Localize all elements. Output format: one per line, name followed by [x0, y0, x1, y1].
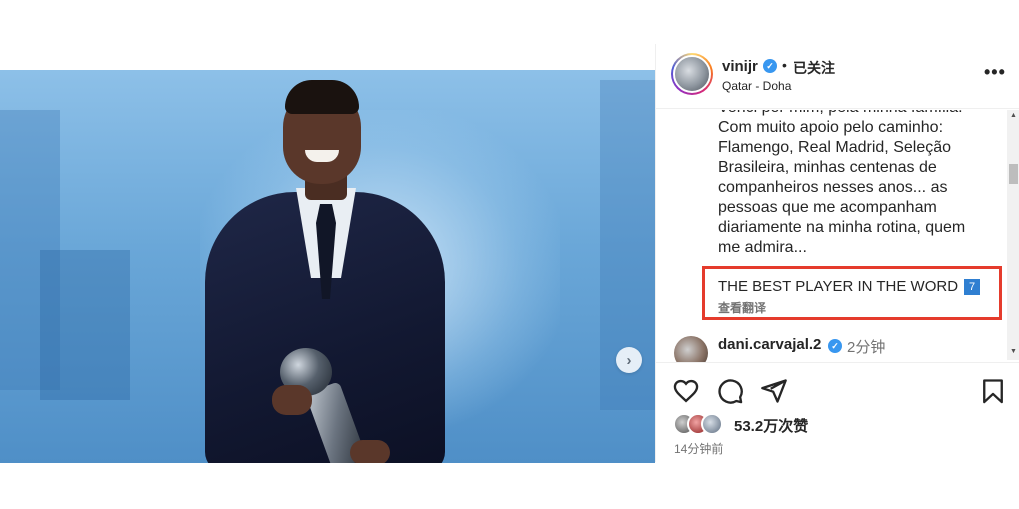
- post-sidebar: vinijr ✓ • 已关注 Qatar - Doha ••• Venci po…: [655, 44, 1019, 462]
- separator-dot: •: [782, 57, 787, 73]
- highlight-text-label: THE BEST PLAYER IN THE WORD: [718, 278, 959, 295]
- caption-line: me admira...: [718, 239, 807, 256]
- heart-icon[interactable]: [672, 377, 700, 405]
- post-caption: Venci por mim, pela minha família. Com m…: [718, 110, 998, 258]
- likes-count[interactable]: 53.2万次赞: [734, 415, 808, 436]
- comment-username[interactable]: dani.carvajal.2: [718, 336, 821, 353]
- follow-status-button[interactable]: 已关注: [793, 58, 835, 78]
- caption-line: Flamengo, Real Madrid, Seleção: [718, 139, 952, 156]
- caption-line: Venci por mim, pela minha família.: [718, 110, 998, 118]
- scroll-thumb[interactable]: [1009, 164, 1018, 184]
- caption-line: diariamente na minha rotina, quem: [718, 219, 966, 236]
- player-photo: [0, 70, 655, 463]
- scroll-down-arrow[interactable]: ▼: [1010, 348, 1017, 355]
- caption-line: pessoas que me acompanham: [718, 199, 937, 216]
- caption-line: Com muito apoio pelo caminho:: [718, 119, 944, 136]
- chevron-right-icon: ›: [626, 351, 632, 369]
- caption-scrollbar[interactable]: ▲ ▼: [1007, 110, 1019, 360]
- post-actions: 53.2万次赞 14分钟前: [656, 362, 1019, 462]
- caption-line: companheiros nesses anos... as: [718, 179, 948, 196]
- verified-badge-icon: ✓: [828, 339, 842, 353]
- highlight-text: THE BEST PLAYER IN THE WORD 7: [718, 278, 981, 296]
- avatar: [701, 413, 723, 435]
- hair: [285, 80, 359, 114]
- share-icon[interactable]: [760, 377, 788, 405]
- author-username[interactable]: vinijr: [722, 58, 758, 75]
- scroll-up-arrow[interactable]: ▲: [1010, 112, 1017, 119]
- comment-time: 2分钟: [847, 339, 886, 356]
- author-avatar[interactable]: [671, 53, 713, 95]
- hand: [350, 440, 390, 463]
- comment-icon[interactable]: [716, 377, 744, 405]
- more-options-icon[interactable]: •••: [984, 62, 1006, 83]
- post-location[interactable]: Qatar - Doha: [722, 79, 791, 93]
- hand: [272, 385, 312, 415]
- comment-avatar[interactable]: [674, 336, 708, 362]
- caption-scroll-area[interactable]: Venci por mim, pela minha família. Com m…: [656, 110, 1007, 362]
- liked-by-avatars[interactable]: [673, 413, 733, 435]
- post-header: vinijr ✓ • 已关注 Qatar - Doha •••: [656, 44, 1019, 109]
- verified-badge-icon: ✓: [763, 59, 777, 73]
- post-image[interactable]: ›: [0, 70, 655, 463]
- post-timestamp[interactable]: 14分钟前: [674, 440, 723, 457]
- save-icon[interactable]: [979, 377, 1007, 405]
- see-translation-link[interactable]: 查看翻译: [718, 299, 766, 316]
- caption-line: Brasileira, minhas centenas de: [718, 159, 937, 176]
- next-image-button[interactable]: ›: [616, 347, 642, 373]
- keycap-seven-badge: 7: [964, 279, 981, 296]
